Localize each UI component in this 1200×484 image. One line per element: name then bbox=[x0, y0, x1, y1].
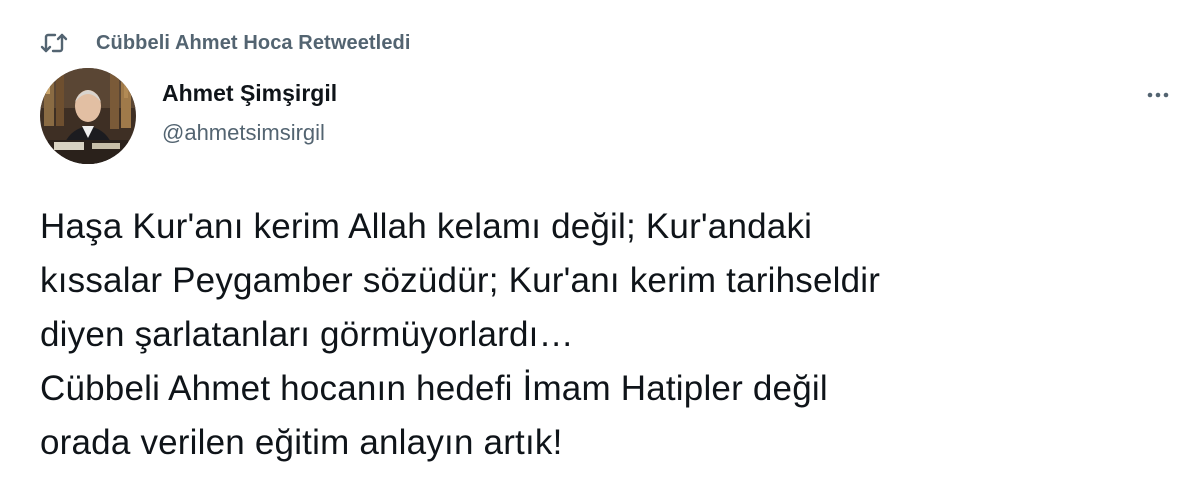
tweet-text: Haşa Kur'anı kerim Allah kelamı değil; K… bbox=[40, 200, 1170, 470]
tweet-text-line: kıssalar Peygamber sözüdür; Kur'anı keri… bbox=[40, 261, 881, 300]
retweet-icon bbox=[40, 31, 68, 55]
tweet-card[interactable]: Cübbeli Ahmet Hoca Retweetledi Ahmet Şim… bbox=[0, 0, 1200, 484]
author-display-name[interactable]: Ahmet Şimşirgil bbox=[162, 76, 337, 110]
more-icon bbox=[1147, 85, 1169, 103]
tweet-text-line: Haşa Kur'anı kerim Allah kelamı değil; K… bbox=[40, 207, 813, 246]
author-handle[interactable]: @ahmetsimsirgil bbox=[162, 116, 337, 150]
tweet-text-line: orada verilen eğitim anlayın artık! bbox=[40, 423, 563, 462]
retweet-context[interactable]: Cübbeli Ahmet Hoca Retweetledi bbox=[40, 28, 411, 58]
avatar[interactable] bbox=[40, 68, 136, 164]
author-block[interactable]: Ahmet Şimşirgil @ahmetsimsirgil bbox=[162, 76, 337, 150]
tweet-text-line: diyen şarlatanları görmüyorlardı… bbox=[40, 315, 574, 354]
more-options-button[interactable] bbox=[1138, 82, 1178, 106]
tweet-text-line: Cübbeli Ahmet hocanın hedefi İmam Hatipl… bbox=[40, 369, 828, 408]
retweet-label: Cübbeli Ahmet Hoca Retweetledi bbox=[96, 31, 411, 54]
